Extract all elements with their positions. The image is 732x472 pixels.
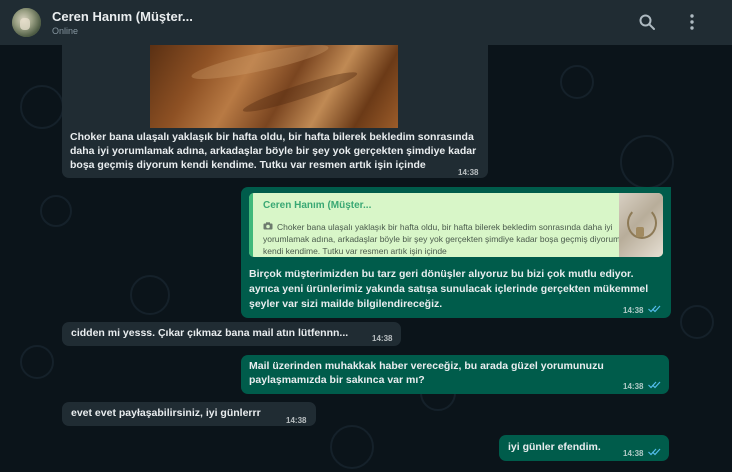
avatar[interactable] (12, 8, 41, 37)
quoted-message[interactable]: Ceren Hanım (Müşter... Choker bana ulaşa… (249, 193, 663, 257)
message-line: paylaşmamızda bir sakınca var mı? (249, 374, 425, 386)
quoted-image-thumbnail (619, 193, 663, 257)
message-bubble-incoming[interactable]: Choker bana ulaşalı yaklaşık bir hafta o… (62, 38, 488, 178)
contact-status: Online (52, 26, 79, 36)
image-attachment[interactable] (150, 38, 398, 128)
message-bubble-incoming[interactable]: evet evet payłaşabilirsiniz, iyi günlerr… (62, 402, 316, 426)
message-line: Choker bana ulaşalı yaklaşık bir hafta o… (70, 131, 474, 143)
read-receipt-icon (648, 448, 661, 456)
message-line: iyi günler efendim. (508, 441, 601, 453)
read-receipt-icon (648, 305, 661, 313)
search-icon[interactable] (637, 12, 657, 32)
message-time: 14:38 (623, 382, 644, 391)
message-bubble-outgoing[interactable]: iyi günler efendim. 14:38 (499, 435, 669, 461)
message-line: daha iyi yorumlamak adına, arkadaşlar bö… (70, 145, 477, 157)
message-line: Birçok müşterimizden bu tarz geri dönüşl… (249, 268, 634, 280)
message-line: evet evet payłaşabilirsiniz, iyi günlerr… (71, 407, 261, 419)
message-line: cidden mi yesss. Çıkar çıkmaz bana mail … (71, 327, 349, 339)
camera-icon (263, 222, 273, 230)
message-time: 14:38 (458, 168, 479, 177)
message-time: 14:38 (286, 416, 307, 425)
read-receipt-icon (648, 381, 661, 389)
quoted-sender: Ceren Hanım (Müşter... (263, 200, 372, 211)
contact-name[interactable]: Ceren Hanım (Müşter... (52, 9, 193, 24)
message-bubble-outgoing[interactable]: Ceren Hanım (Müşter... Choker bana ulaşa… (241, 187, 671, 318)
message-time: 14:38 (623, 306, 644, 315)
message-time: 14:38 (372, 334, 393, 343)
message-line: şeyler var sizi mailde bilgilendireceğiz… (249, 298, 443, 310)
message-time: 14:38 (623, 449, 644, 458)
message-line: ayrıca yeni ürünlerimiz yakında satışa s… (249, 283, 649, 295)
chat-header: Ceren Hanım (Müşter... Online (0, 0, 732, 45)
message-line: Mail üzerinden muhakkak haber vereceğiz,… (249, 360, 604, 372)
message-bubble-incoming[interactable]: cidden mi yesss. Çıkar çıkmaz bana mail … (62, 322, 401, 346)
quoted-line: kendi kendime. Tutku var resmen artık iş… (263, 246, 447, 256)
message-bubble-outgoing[interactable]: Mail üzerinden muhakkak haber vereceğiz,… (241, 355, 669, 394)
more-vert-icon[interactable] (682, 12, 702, 32)
message-line: boşa geçmiş diyorum kendi kendime. Tutku… (70, 159, 426, 171)
